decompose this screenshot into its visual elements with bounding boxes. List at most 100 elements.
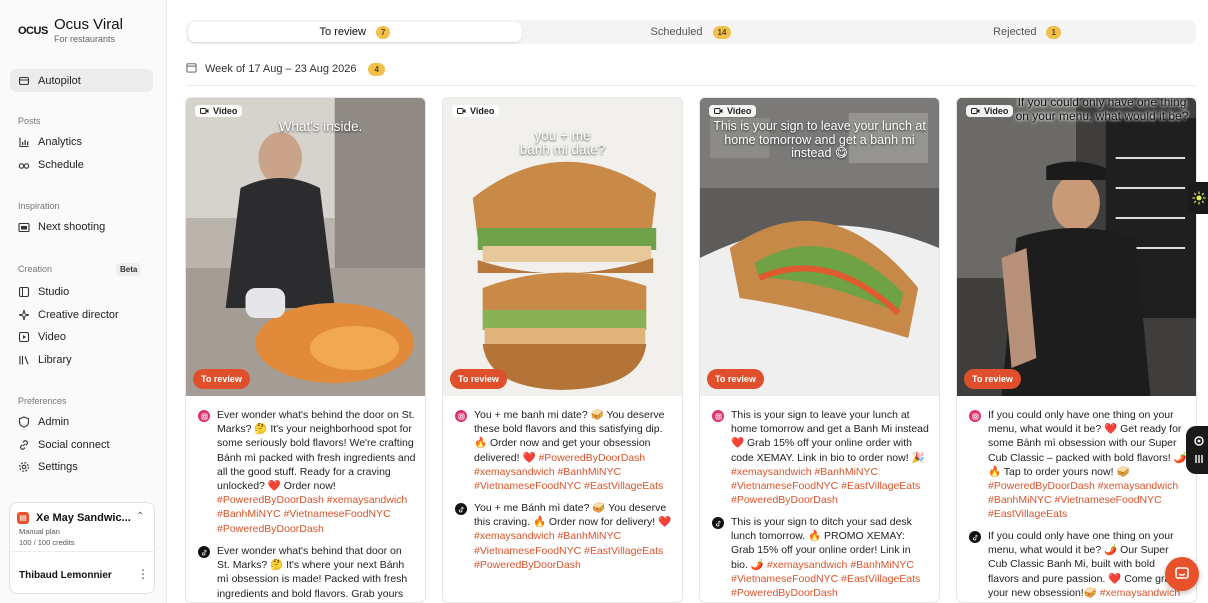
week-header: Week of 17 Aug – 23 Aug 2026 4 bbox=[186, 62, 385, 76]
tiktok-post: Ever wonder what's behind that door on S… bbox=[198, 544, 416, 601]
side-tools-widget[interactable] bbox=[1186, 426, 1208, 474]
tiktok-icon bbox=[455, 503, 467, 515]
caption-hashtags: #xemaysandwich bbox=[1099, 586, 1181, 599]
status-badge: To review bbox=[964, 369, 1021, 389]
instagram-icon bbox=[712, 410, 724, 422]
chat-icon bbox=[1175, 567, 1189, 579]
sidebar-item-label: Admin bbox=[38, 416, 70, 428]
post-caption: This is your sign to leave your lunch at… bbox=[731, 408, 930, 507]
tools-icon bbox=[1194, 436, 1204, 463]
section-creation: Creation bbox=[18, 264, 53, 274]
caption-text: You + me Bánh mì date? 🥪 You deserve thi… bbox=[474, 502, 672, 529]
schedule-icon bbox=[18, 159, 30, 171]
sidebar-item-library[interactable]: Library bbox=[10, 349, 153, 371]
caption-text: Ever wonder what's behind the door on St… bbox=[217, 409, 416, 493]
sidebar-item-social-connect[interactable]: Social connect bbox=[10, 434, 153, 456]
post-caption: Ever wonder what's behind the door on St… bbox=[217, 408, 416, 536]
post-card[interactable]: Video This is your sign to leave your lu… bbox=[699, 97, 940, 603]
video-overlay-text: you + me banh mi date? bbox=[519, 128, 606, 157]
divider bbox=[10, 551, 154, 552]
caption-text: If you could only have one thing on your… bbox=[988, 409, 1187, 478]
status-badge: To review bbox=[193, 369, 250, 389]
brand[interactable]: OCUS Ocus Viral For restaurants bbox=[18, 16, 123, 45]
instagram-post: Ever wonder what's behind the door on St… bbox=[198, 408, 416, 536]
chevron-updown-icon[interactable]: ⌃ bbox=[136, 511, 144, 522]
video-camera-icon bbox=[714, 108, 723, 114]
instagram-icon bbox=[198, 410, 210, 422]
post-caption: If you could only have one thing on your… bbox=[988, 529, 1187, 600]
video-overlay-text: This is your sign to leave your lunch at… bbox=[713, 119, 926, 160]
video-thumbnail[interactable]: Video you + me banh mi date? To review bbox=[443, 98, 682, 396]
post-caption: You + me banh mi date? 🥪 You deserve the… bbox=[474, 408, 673, 493]
video-chip-label: Video bbox=[727, 106, 752, 116]
link-icon bbox=[18, 439, 30, 451]
tab-to-review[interactable]: To review 7 bbox=[188, 22, 522, 42]
sidebar-item-next-shooting[interactable]: Next shooting bbox=[10, 216, 153, 238]
beta-badge: Beta bbox=[116, 263, 142, 276]
video-chip: Video bbox=[709, 105, 757, 117]
app-root: OCUS Ocus Viral For restaurants Autopilo… bbox=[0, 0, 1208, 603]
video-thumbnail[interactable]: Video What's inside. To review bbox=[186, 98, 425, 396]
instagram-post: You + me banh mi date? 🥪 You deserve the… bbox=[455, 408, 673, 493]
tiktok-post: If you could only have one thing on your… bbox=[969, 529, 1187, 600]
studio-icon bbox=[18, 286, 30, 298]
sidebar-item-label: Social connect bbox=[38, 439, 110, 451]
post-card[interactable]: Video What's inside. To review Ever wond… bbox=[185, 97, 426, 603]
sidebar-item-label: Next shooting bbox=[38, 221, 106, 233]
sidebar-item-label: Settings bbox=[38, 461, 78, 473]
more-icon[interactable]: ⋮ bbox=[137, 567, 149, 581]
instagram-icon bbox=[455, 410, 467, 422]
post-card[interactable]: Video If you could only have one thing o… bbox=[956, 97, 1197, 603]
review-tabs: To review 7 Scheduled 14 Rejected 1 bbox=[186, 20, 1196, 44]
tab-count-badge: 14 bbox=[712, 25, 732, 39]
video-icon bbox=[18, 331, 30, 343]
calendar-icon bbox=[186, 62, 197, 76]
post-caption: You + me Bánh mì date? 🥪 You deserve thi… bbox=[474, 501, 673, 572]
tab-scheduled[interactable]: Scheduled 14 bbox=[524, 22, 858, 42]
caption-hashtags: #PoweredByDoorDash #xemaysandwich #BanhM… bbox=[988, 480, 1179, 521]
sidebar-item-creative-director[interactable]: Creative director bbox=[10, 304, 153, 326]
sidebar: OCUS Ocus Viral For restaurants Autopilo… bbox=[0, 0, 167, 603]
video-thumbnail[interactable]: Video This is your sign to leave your lu… bbox=[700, 98, 939, 396]
sidebar-item-label: Creative director bbox=[38, 309, 119, 321]
video-camera-icon bbox=[971, 108, 980, 114]
sun-icon bbox=[1192, 191, 1206, 205]
video-camera-icon bbox=[200, 108, 209, 114]
divider bbox=[186, 85, 1196, 86]
video-thumbnail[interactable]: Video If you could only have one thing o… bbox=[957, 98, 1196, 396]
sidebar-item-label: Analytics bbox=[38, 136, 83, 148]
workspace-plan: Manual plan bbox=[19, 527, 60, 536]
video-chip: Video bbox=[452, 105, 500, 117]
brand-logo: OCUS bbox=[18, 24, 48, 37]
instagram-icon bbox=[969, 410, 981, 422]
sidebar-item-schedule[interactable]: Schedule bbox=[10, 154, 153, 176]
sparkle-icon bbox=[18, 309, 30, 321]
sidebar-item-autopilot[interactable]: Autopilot bbox=[10, 69, 153, 92]
video-camera-icon bbox=[457, 108, 466, 114]
post-card[interactable]: Video you + me banh mi date? To review Y… bbox=[442, 97, 683, 603]
tiktok-icon bbox=[969, 531, 981, 543]
sidebar-item-label: Autopilot bbox=[38, 74, 81, 87]
sidebar-item-label: Library bbox=[38, 354, 72, 366]
chat-launcher-button[interactable] bbox=[1165, 557, 1199, 591]
autopilot-icon bbox=[18, 75, 30, 87]
app-subtitle: For restaurants bbox=[54, 34, 116, 44]
post-caption: This is your sign to ditch your sad desk… bbox=[731, 515, 930, 600]
workspace-switcher[interactable]: ▤ Xe May Sandwic... ⌃ Manual plan 100 / … bbox=[9, 502, 155, 594]
tab-label: To review bbox=[319, 26, 366, 38]
sidebar-item-admin[interactable]: Admin bbox=[10, 411, 153, 433]
tab-rejected[interactable]: Rejected 1 bbox=[860, 22, 1194, 42]
sidebar-item-label: Studio bbox=[38, 286, 70, 298]
workspace-icon: ▤ bbox=[17, 512, 29, 524]
sidebar-item-settings[interactable]: Settings bbox=[10, 456, 153, 478]
video-chip-label: Video bbox=[213, 106, 238, 116]
sidebar-item-analytics[interactable]: Analytics bbox=[10, 131, 153, 153]
tab-count-badge: 1 bbox=[1046, 25, 1061, 39]
app-name: Ocus Viral bbox=[54, 16, 123, 33]
caption-hashtags: #PoweredByDoorDash #xemaysandwich #BanhM… bbox=[217, 494, 408, 535]
sidebar-item-video[interactable]: Video bbox=[10, 326, 153, 348]
sidebar-item-studio[interactable]: Studio bbox=[10, 281, 153, 303]
workspace-credits: 100 / 100 credits bbox=[19, 538, 75, 547]
sparkle-widget[interactable] bbox=[1188, 182, 1208, 214]
section-posts: Posts bbox=[18, 116, 41, 126]
